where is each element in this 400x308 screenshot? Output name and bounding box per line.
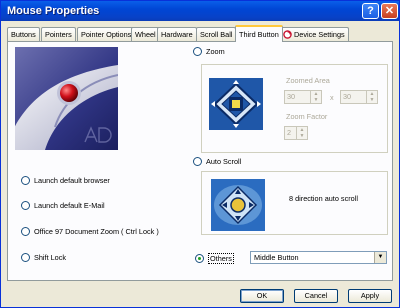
radio-icon[interactable] <box>193 47 202 56</box>
radio-icon[interactable] <box>21 176 30 185</box>
dropdown-arrow-icon[interactable]: ▼ <box>374 252 386 263</box>
window-title: Mouse Properties <box>7 5 100 17</box>
zoom-factor-spinner[interactable]: 2 ▲ ▼ <box>284 126 308 140</box>
option-label: Office 97 Document Zoom ( Ctrl Lock ) <box>34 227 159 236</box>
option-auto-scroll[interactable]: Auto Scroll <box>193 157 241 166</box>
tab-pointer-options[interactable]: Pointer Options <box>77 27 136 41</box>
spinner-arrows-icon[interactable]: ▲ ▼ <box>366 91 377 103</box>
option-label: Zoom <box>206 47 225 56</box>
zoom-factor-value: 2 <box>287 128 292 137</box>
spinner-arrows-icon[interactable]: ▲ ▼ <box>296 127 307 139</box>
option-zoom[interactable]: Zoom <box>193 47 225 56</box>
option-label: Shift Lock <box>34 253 67 262</box>
zoom-icon <box>209 78 263 130</box>
option-office-zoom[interactable]: Office 97 Document Zoom ( Ctrl Lock ) <box>21 227 159 236</box>
option-label: Launch default E-Mail <box>34 201 105 210</box>
zoom-separator: x <box>330 93 334 102</box>
radio-icon[interactable] <box>21 201 30 210</box>
tab-device-settings[interactable]: Device Settings <box>279 27 349 41</box>
zoom-factor-label: Zoom Factor <box>286 112 328 121</box>
title-bar[interactable]: Mouse Properties ? ✕ <box>1 1 399 21</box>
option-label: Launch default browser <box>34 176 110 185</box>
spinner-arrows-icon[interactable]: ▲ ▼ <box>310 91 321 103</box>
close-button[interactable]: ✕ <box>381 3 398 19</box>
zoomed-area-label: Zoomed Area <box>286 76 330 85</box>
tab-wheel[interactable]: Wheel <box>131 27 160 41</box>
option-launch-email[interactable]: Launch default E-Mail <box>21 201 105 210</box>
tab-hardware[interactable]: Hardware <box>157 27 197 41</box>
ok-button[interactable]: OK <box>240 289 284 303</box>
others-dropdown-value: Middle Button <box>254 253 299 262</box>
auto-scroll-description: 8 direction auto scroll <box>289 194 358 203</box>
cancel-button[interactable]: Cancel <box>294 289 338 303</box>
device-settings-icon <box>283 30 292 39</box>
tab-third-button[interactable]: Third Button <box>235 25 283 42</box>
tab-buttons[interactable]: Buttons <box>7 27 40 41</box>
radio-icon[interactable] <box>21 253 30 262</box>
tab-pointers[interactable]: Pointers <box>41 27 76 41</box>
option-others[interactable]: Others <box>195 253 234 264</box>
radio-icon[interactable] <box>195 254 204 263</box>
help-button[interactable]: ? <box>362 3 379 19</box>
auto-scroll-icon <box>211 179 265 231</box>
zoom-height-value: 30 <box>343 92 352 101</box>
option-launch-browser[interactable]: Launch default browser <box>21 176 110 185</box>
mouse-properties-window: Mouse Properties ? ✕ Buttons Pointers Po… <box>0 0 400 308</box>
zoom-width-spinner[interactable]: 30 ▲ ▼ <box>284 90 322 104</box>
zoom-height-spinner[interactable]: 30 ▲ ▼ <box>340 90 378 104</box>
option-label: Others <box>208 253 234 264</box>
radio-icon[interactable] <box>21 227 30 236</box>
others-dropdown[interactable]: Middle Button ▼ <box>250 251 387 264</box>
zoom-width-value: 30 <box>287 92 296 101</box>
tab-scroll-ball[interactable]: Scroll Ball <box>196 27 237 41</box>
mouse-image <box>15 47 118 150</box>
tab-device-settings-label: Device Settings <box>294 30 345 39</box>
option-label: Auto Scroll <box>206 157 242 166</box>
apply-button[interactable]: Apply <box>348 289 392 303</box>
radio-icon[interactable] <box>193 157 202 166</box>
option-shift-lock[interactable]: Shift Lock <box>21 253 66 262</box>
